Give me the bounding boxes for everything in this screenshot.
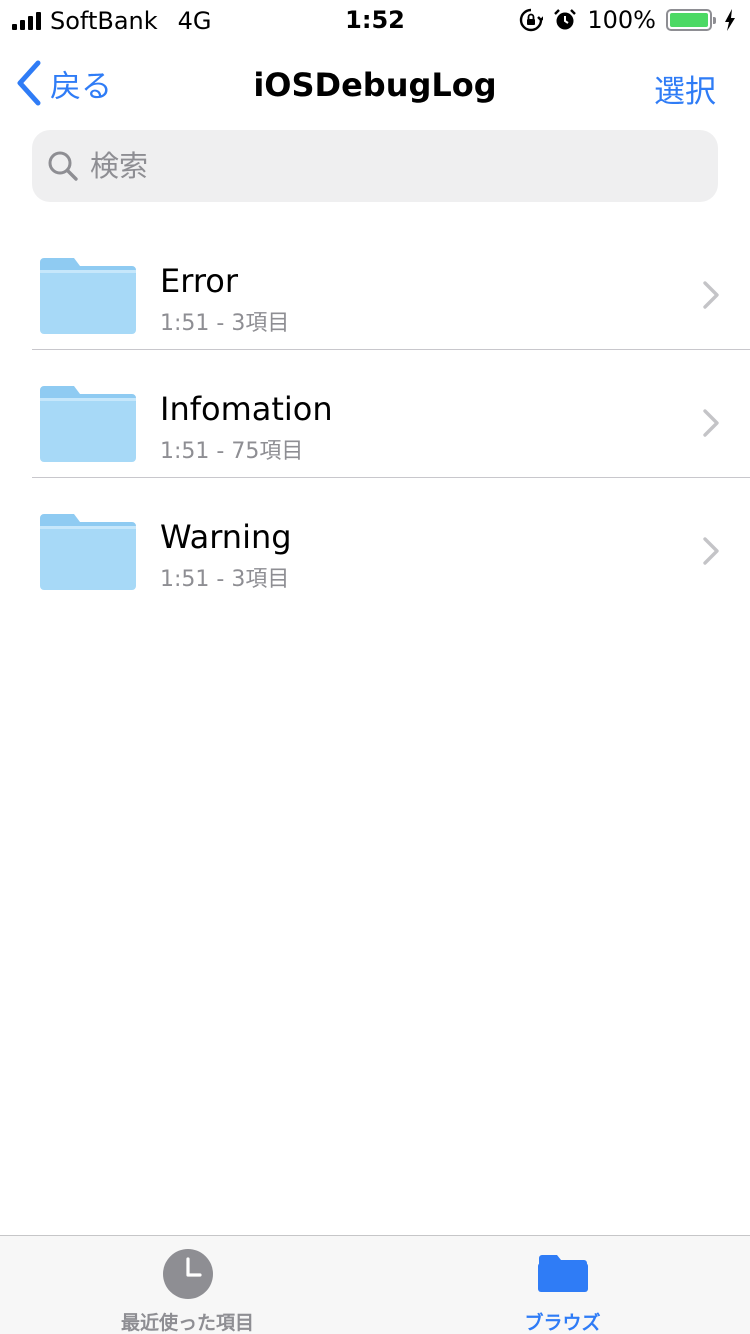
folder-icon: [40, 258, 136, 334]
tab-recent[interactable]: 最近使った項目: [0, 1236, 375, 1334]
status-bar: SoftBank 4G 1:52 100%: [0, 0, 750, 40]
search-icon: [48, 151, 78, 181]
rotation-lock-icon: [520, 8, 544, 32]
alarm-icon: [554, 9, 577, 30]
folder-name: Infomation: [160, 390, 333, 428]
search-input[interactable]: [90, 149, 690, 183]
folder-row-warning[interactable]: Warning 1:51 - 3項目: [0, 478, 750, 606]
battery-icon: [666, 9, 716, 31]
folder-name: Error: [160, 262, 238, 300]
tab-browse[interactable]: ブラウズ: [375, 1236, 750, 1334]
clock-icon: [162, 1249, 213, 1299]
folder-icon: [40, 386, 136, 462]
battery-fill: [670, 13, 708, 27]
folder-meta: 1:51 - 3項目: [160, 311, 290, 336]
chevron-right-icon: [703, 409, 719, 437]
page-title: iOSDebugLog: [253, 66, 497, 104]
charging-bolt-icon: [725, 9, 735, 31]
folder-icon: [40, 514, 136, 590]
tab-browse-label: ブラウズ: [524, 1312, 601, 1334]
folder-meta: 1:51 - 3項目: [160, 567, 290, 592]
status-bar-right: 100%: [519, 6, 736, 34]
folder-icon: [537, 1255, 588, 1292]
navigation-bar: 戻る iOSDebugLog 選択: [0, 40, 750, 128]
chevron-right-icon: [703, 537, 719, 565]
chevron-right-icon: [703, 281, 719, 309]
search-bar[interactable]: [32, 130, 718, 202]
select-button[interactable]: 選択: [654, 66, 716, 111]
folder-row-infomation[interactable]: Infomation 1:51 - 75項目: [0, 350, 750, 478]
folder-meta: 1:51 - 75項目: [160, 439, 304, 464]
tab-recent-label: 最近使った項目: [120, 1312, 254, 1334]
folder-row-error[interactable]: Error 1:51 - 3項目: [0, 222, 750, 350]
tab-bar: 最近使った項目 ブラウズ: [0, 1235, 750, 1334]
folder-name: Warning: [160, 518, 292, 556]
battery-percent: 100%: [587, 6, 656, 34]
folder-list: Error 1:51 - 3項目 Infomation 1:51 - 75項目 …: [0, 222, 750, 606]
